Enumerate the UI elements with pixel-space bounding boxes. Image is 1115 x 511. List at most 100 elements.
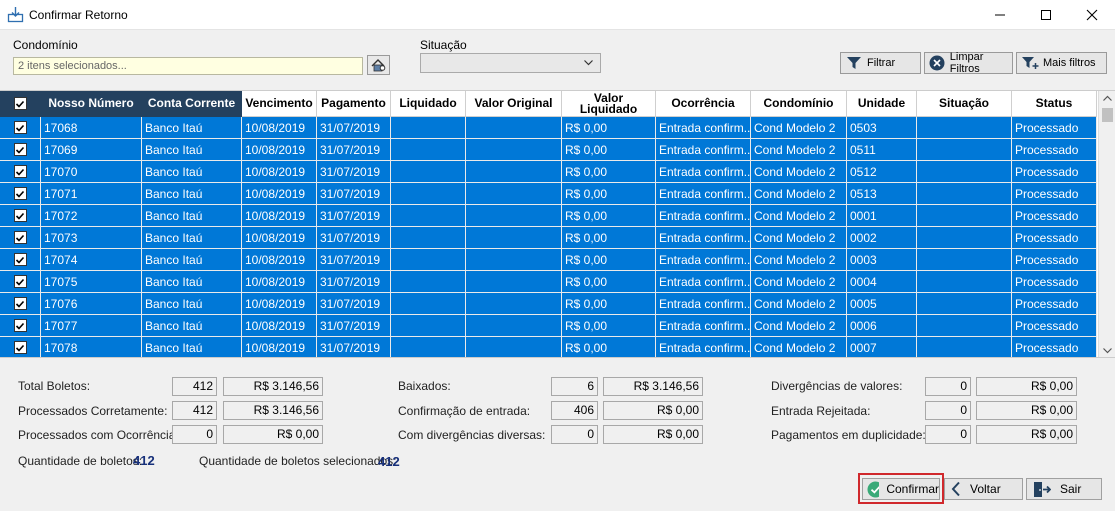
situacao-select[interactable] [420,53,601,73]
cell-vencimento: 10/08/2019 [242,117,317,139]
cell-status: Processado [1012,205,1097,227]
row-checkbox[interactable] [13,275,27,288]
cell-ocorrencia: Entrada confirm... [656,161,751,183]
row-select-cell[interactable] [0,249,41,271]
condominio-input[interactable]: 2 itens selecionados... [13,57,363,75]
cell-nosso-numero: 17070 [41,161,142,183]
confirmar-button[interactable]: Confirmar [862,478,940,500]
col-pagamento[interactable]: Pagamento [317,91,391,117]
col-vencimento[interactable]: Vencimento [242,91,317,117]
minimize-button[interactable] [977,0,1023,30]
col-condominio[interactable]: Condomínio [751,91,847,117]
confirmacao-entrada-count: 406 [551,401,598,420]
table-row[interactable]: 17068 Banco Itaú 10/08/2019 31/07/2019 R$ 0,… [0,117,1097,139]
check-icon [15,322,25,330]
cell-status: Processado [1012,271,1097,293]
row-select-cell[interactable] [0,227,41,249]
cell-valor-original [466,271,562,293]
row-checkbox[interactable] [13,341,27,354]
row-checkbox[interactable] [13,187,27,200]
col-ocorrencia[interactable]: Ocorrência [656,91,751,117]
col-nosso-numero[interactable]: Nosso Número [41,91,142,117]
row-checkbox[interactable] [13,121,27,134]
row-checkbox[interactable] [13,165,27,178]
sair-button[interactable]: Sair [1026,478,1102,500]
cell-situacao [917,227,1012,249]
row-checkbox[interactable] [13,297,27,310]
row-select-cell[interactable] [0,117,41,139]
entrada-rejeitada-label: Entrada Rejeitada: [771,404,871,418]
col-valor-liquidado[interactable]: Valor Liquidado [562,91,656,117]
maximize-button[interactable] [1023,0,1069,30]
row-select-cell[interactable] [0,337,41,357]
cell-condominio: Cond Modelo 2 [751,117,847,139]
scroll-down-icon[interactable] [1102,346,1113,355]
cell-valor-original [466,249,562,271]
row-checkbox[interactable] [13,253,27,266]
row-select-cell[interactable] [0,293,41,315]
cell-ocorrencia: Entrada confirm... [656,117,751,139]
table-row[interactable]: 17074 Banco Itaú 10/08/2019 31/07/2019 R$ 0,… [0,249,1097,271]
table-row[interactable]: 17070 Banco Itaú 10/08/2019 31/07/2019 R$ 0,… [0,161,1097,183]
processados-corretamente-value: R$ 3.146,56 [223,401,323,420]
row-checkbox[interactable] [13,209,27,222]
cell-condominio: Cond Modelo 2 [751,293,847,315]
table-row[interactable]: 17078 Banco Itaú 10/08/2019 31/07/2019 R$ 0,… [0,337,1097,357]
voltar-button[interactable]: Voltar [944,478,1023,500]
cell-situacao [917,249,1012,271]
table-row[interactable]: 17075 Banco Itaú 10/08/2019 31/07/2019 R$ 0,… [0,271,1097,293]
row-select-cell[interactable] [0,161,41,183]
col-unidade[interactable]: Unidade [847,91,917,117]
cell-status: Processado [1012,161,1097,183]
cell-situacao [917,183,1012,205]
check-icon [15,146,25,154]
cell-valor-liquidado: R$ 0,00 [562,227,656,249]
filtrar-button[interactable]: Filtrar [840,52,921,74]
table-row[interactable]: 17071 Banco Itaú 10/08/2019 31/07/2019 R$ 0,… [0,183,1097,205]
mais-filtros-button[interactable]: Mais filtros [1016,52,1107,74]
situacao-label: Situação [420,38,467,52]
grid-scrollbar[interactable] [1098,91,1115,357]
table-row[interactable]: 17072 Banco Itaú 10/08/2019 31/07/2019 R$ 0,… [0,205,1097,227]
table-row[interactable]: 17069 Banco Itaú 10/08/2019 31/07/2019 R$ 0,… [0,139,1097,161]
cell-situacao [917,205,1012,227]
select-all-header[interactable] [0,91,41,117]
cell-vencimento: 10/08/2019 [242,337,317,357]
col-valor-original[interactable]: Valor Original [466,91,562,117]
col-situacao[interactable]: Situação [917,91,1012,117]
table-row[interactable]: 17076 Banco Itaú 10/08/2019 31/07/2019 R$ 0,… [0,293,1097,315]
col-status[interactable]: Status [1012,91,1097,117]
cell-valor-liquidado: R$ 0,00 [562,117,656,139]
row-select-cell[interactable] [0,205,41,227]
row-select-cell[interactable] [0,183,41,205]
limpar-filtros-button[interactable]: Limpar Filtros [924,51,1013,75]
cell-valor-original [466,227,562,249]
cell-unidade: 0006 [847,315,917,337]
row-select-cell[interactable] [0,271,41,293]
cell-nosso-numero: 17078 [41,337,142,357]
condominio-picker-button[interactable] [367,55,390,75]
row-select-cell[interactable] [0,139,41,161]
cell-conta-corrente: Banco Itaú [142,315,242,337]
baixados-value: R$ 3.146,56 [603,377,703,396]
col-conta-corrente[interactable]: Conta Corrente [142,91,242,117]
cell-nosso-numero: 17076 [41,293,142,315]
table-row[interactable]: 17073 Banco Itaú 10/08/2019 31/07/2019 R$ 0,… [0,227,1097,249]
boletos-grid[interactable]: Nosso Número Conta Corrente Vencimento P… [0,90,1115,358]
cell-ocorrencia: Entrada confirm... [656,183,751,205]
col-liquidado[interactable]: Liquidado [391,91,466,117]
cell-liquidado [391,183,466,205]
row-checkbox[interactable] [13,143,27,156]
cell-nosso-numero: 17068 [41,117,142,139]
cell-liquidado [391,337,466,357]
close-button[interactable] [1069,0,1115,30]
row-select-cell[interactable] [0,315,41,337]
row-checkbox[interactable] [13,231,27,244]
cell-nosso-numero: 17071 [41,183,142,205]
select-all-checkbox[interactable] [13,97,27,110]
scroll-up-icon[interactable] [1102,94,1113,103]
table-row[interactable]: 17077 Banco Itaú 10/08/2019 31/07/2019 R$ 0,… [0,315,1097,337]
scrollbar-thumb[interactable] [1102,108,1113,122]
limpar-filtros-label: Limpar Filtros [949,51,984,75]
row-checkbox[interactable] [13,319,27,332]
